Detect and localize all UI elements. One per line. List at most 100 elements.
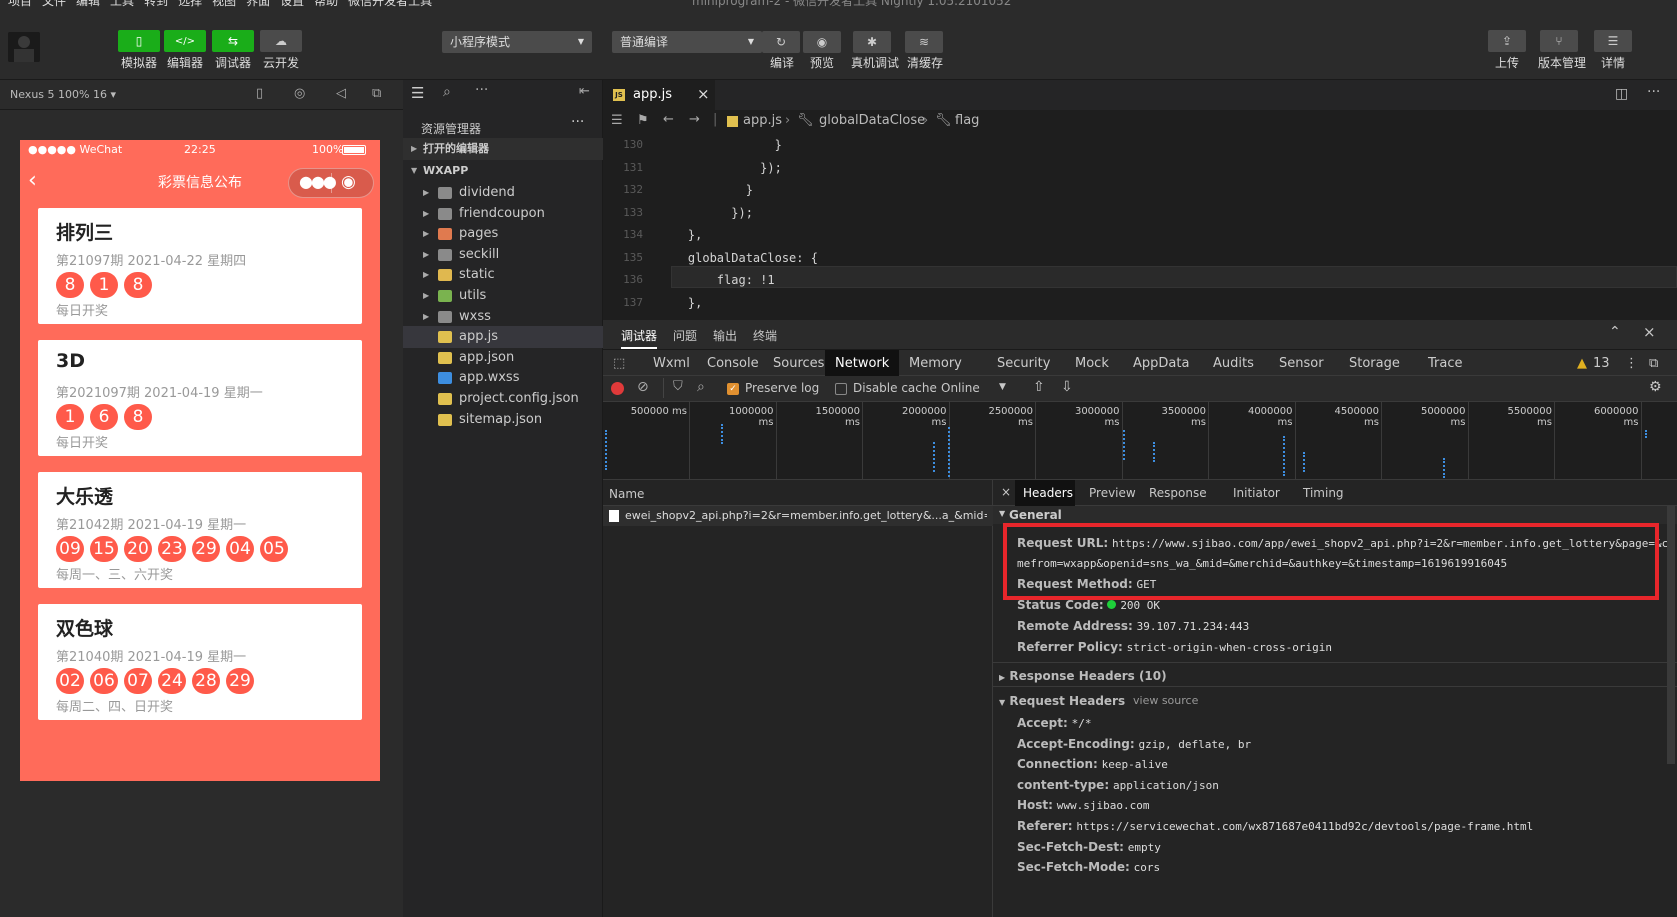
- menu-file[interactable]: 文件: [42, 0, 66, 8]
- list-icon[interactable]: ☰: [611, 113, 623, 128]
- folder-item[interactable]: ▶ dividend: [403, 182, 603, 204]
- inspect-icon[interactable]: ⬚: [613, 356, 625, 371]
- breadcrumb-property[interactable]: flag: [955, 113, 979, 128]
- more-dots-icon[interactable]: ●●●: [299, 172, 337, 191]
- tab-response[interactable]: Response: [1149, 486, 1207, 500]
- root-folder[interactable]: ▼ WXAPP: [403, 160, 603, 182]
- folder-item[interactable]: ▶ seckill: [403, 244, 603, 266]
- close-icon[interactable]: ×: [1643, 323, 1656, 341]
- version-button[interactable]: ⑂: [1540, 30, 1578, 52]
- phone-icon[interactable]: ▯: [256, 86, 263, 101]
- search-icon[interactable]: ⌕: [697, 379, 705, 395]
- lottery-card[interactable]: 3D 第2021097期 2021-04-19 星期一 168 每日开奖: [38, 340, 362, 456]
- breadcrumb-symbol[interactable]: globalDataClose: [819, 113, 925, 128]
- menu-select[interactable]: 选择: [178, 0, 202, 8]
- preview-button[interactable]: ◉: [803, 31, 841, 53]
- file-item[interactable]: app.wxss: [403, 367, 603, 389]
- upload-button[interactable]: ⇪: [1488, 30, 1526, 52]
- folder-item[interactable]: ▶ utils: [403, 285, 603, 307]
- filter-icon[interactable]: ⛉: [673, 379, 683, 394]
- details-button[interactable]: ☰: [1594, 30, 1632, 52]
- record-icon[interactable]: [611, 382, 624, 395]
- request-headers-section[interactable]: ▼ Request Headers: [999, 694, 1125, 708]
- tab-mock[interactable]: Mock: [1075, 356, 1109, 371]
- response-headers-section[interactable]: ▶ Response Headers (10): [999, 669, 1167, 683]
- scrollbar[interactable]: [1667, 506, 1675, 764]
- menu-edit[interactable]: 编辑: [76, 0, 100, 8]
- tab-issues[interactable]: 问题: [673, 327, 697, 344]
- name-column-header[interactable]: Name: [609, 487, 644, 501]
- tab-trace[interactable]: Trace: [1428, 356, 1463, 371]
- gear-icon[interactable]: ⚙: [1649, 379, 1662, 395]
- file-item[interactable]: sitemap.json: [403, 409, 603, 431]
- code-area[interactable]: 130 } 131 }); 132 } 133 }); 134 }, 135 global…: [603, 134, 1677, 320]
- remote-debug-button[interactable]: ✱: [853, 31, 891, 53]
- tab-memory[interactable]: Memory: [909, 356, 962, 371]
- close-icon[interactable]: ×: [697, 85, 710, 103]
- popout-icon[interactable]: ⧉: [372, 86, 381, 101]
- upload-icon[interactable]: ⇧: [1033, 379, 1045, 395]
- menu-project[interactable]: 项目: [8, 0, 32, 8]
- kebab-menu-icon[interactable]: ⋮: [1625, 356, 1638, 371]
- disable-cache-checkbox[interactable]: [835, 383, 847, 395]
- more-icon[interactable]: ···: [475, 82, 488, 98]
- tab-initiator[interactable]: Initiator: [1233, 486, 1280, 500]
- tab-wxml[interactable]: Wxml: [653, 356, 690, 371]
- view-source-link[interactable]: view source: [1133, 694, 1198, 707]
- explorer-more-icon[interactable]: ···: [571, 114, 584, 130]
- breadcrumb-file[interactable]: app.js: [743, 113, 782, 128]
- bookmark-icon[interactable]: ⚑: [637, 113, 649, 128]
- tab-network[interactable]: Network: [835, 356, 889, 371]
- lottery-card[interactable]: 排列三 第21097期 2021-04-22 星期四 818 每日开奖: [38, 208, 362, 324]
- file-item[interactable]: app.js: [403, 326, 603, 349]
- tab-storage[interactable]: Storage: [1349, 356, 1400, 371]
- tab-sensor[interactable]: Sensor: [1279, 356, 1324, 371]
- compile-select[interactable]: 普通编译 ▼: [612, 31, 762, 53]
- menu-goto[interactable]: 转到: [144, 0, 168, 8]
- menu-settings[interactable]: 设置: [280, 0, 304, 8]
- menu-view[interactable]: 视图: [212, 0, 236, 8]
- close-circle-icon[interactable]: ◉: [341, 172, 356, 192]
- tab-audits[interactable]: Audits: [1213, 356, 1254, 371]
- search-icon[interactable]: ⌕: [443, 84, 451, 100]
- file-item[interactable]: app.json: [403, 347, 603, 369]
- clear-icon[interactable]: ⊘: [637, 379, 649, 395]
- tab-sources[interactable]: Sources: [773, 356, 824, 371]
- forward-arrow-icon[interactable]: →: [689, 112, 700, 127]
- tab-appdata[interactable]: AppData: [1133, 356, 1189, 371]
- close-icon[interactable]: ×: [1001, 485, 1011, 499]
- download-icon[interactable]: ⇩: [1061, 379, 1073, 395]
- folder-item[interactable]: ▶ pages: [403, 223, 603, 245]
- preserve-log-checkbox[interactable]: ✓: [727, 383, 739, 395]
- cloud-button[interactable]: ☁: [260, 30, 302, 52]
- more-icon[interactable]: ···: [1647, 84, 1660, 100]
- list-icon[interactable]: ☰: [411, 84, 424, 102]
- volume-icon[interactable]: ◁: [336, 86, 346, 101]
- avatar[interactable]: [8, 32, 40, 62]
- collapse-panel-icon[interactable]: ⇤: [579, 84, 590, 99]
- debugger-button[interactable]: ⇆: [212, 30, 254, 52]
- tab-debugger[interactable]: 调试器: [621, 327, 658, 349]
- editor-button[interactable]: </>: [164, 30, 206, 52]
- simulator-button[interactable]: ▯: [118, 30, 160, 52]
- compile-button[interactable]: ↻: [762, 31, 800, 53]
- tab-console[interactable]: Console: [707, 356, 759, 371]
- tab-terminal[interactable]: 终端: [753, 327, 777, 344]
- request-row[interactable]: ewei_shopv2_api.php?i=2&r=member.info.ge…: [603, 506, 993, 526]
- tab-security[interactable]: Security: [997, 356, 1050, 371]
- open-editors-section[interactable]: ▶ 打开的编辑器: [403, 138, 603, 160]
- lottery-card[interactable]: 大乐透 第21042期 2021-04-19 星期一 09 15 20 23 29 04 0…: [38, 472, 362, 588]
- dock-icon[interactable]: ⧉: [1649, 356, 1658, 371]
- split-editor-icon[interactable]: ◫: [1615, 86, 1628, 102]
- general-section-header[interactable]: ▼ General: [993, 506, 1677, 524]
- tab-preview[interactable]: Preview: [1089, 486, 1136, 500]
- tab-output[interactable]: 输出: [713, 327, 737, 344]
- throttle-select[interactable]: Online: [941, 381, 980, 395]
- record-icon[interactable]: ◎: [294, 86, 305, 101]
- mode-select[interactable]: 小程序模式 ▼: [442, 31, 592, 53]
- chevron-up-icon[interactable]: ⌃: [1609, 324, 1621, 340]
- menu-interface[interactable]: 界面: [246, 0, 270, 8]
- device-select[interactable]: Nexus 5 100% 16 ▾: [10, 88, 116, 101]
- folder-item[interactable]: ▶ static: [403, 264, 603, 286]
- menu-help[interactable]: 帮助: [314, 0, 338, 8]
